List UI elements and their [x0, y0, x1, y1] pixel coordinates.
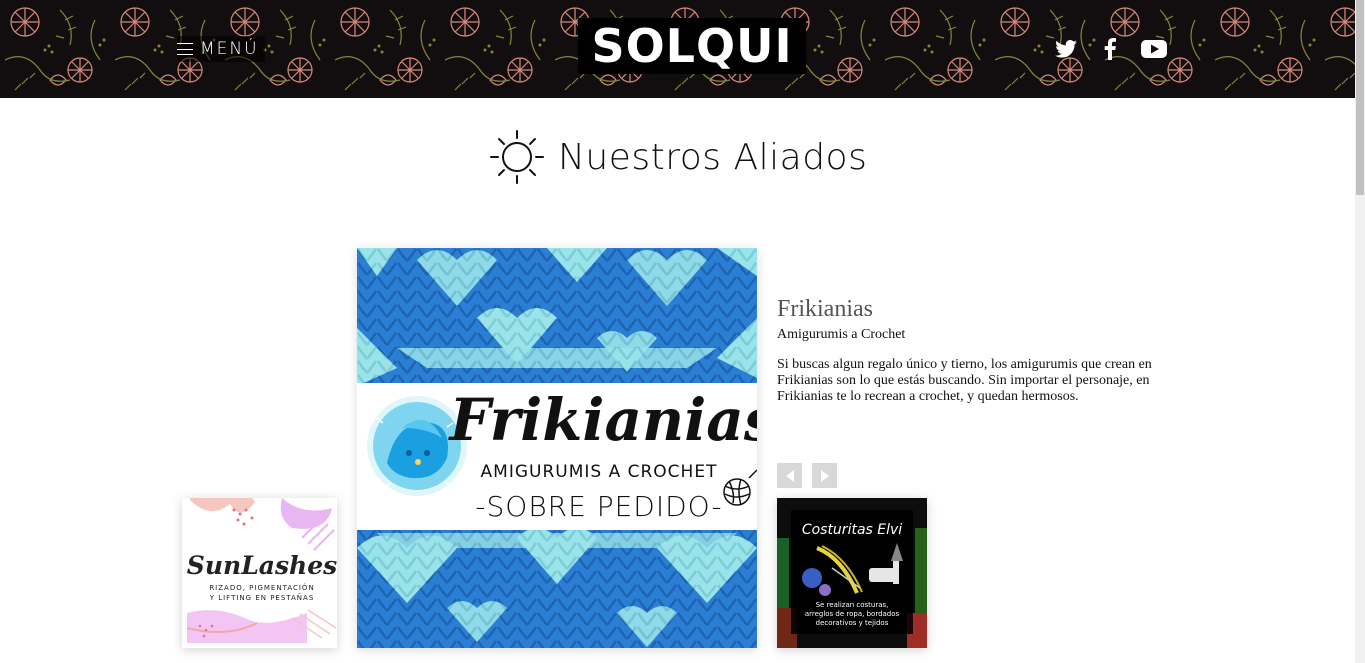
sun-icon: [490, 130, 544, 184]
sunlashes-logo: SunLashes RIZADO, PIGMENTACIÓN Y LIFTING…: [182, 498, 337, 648]
section-heading: Nuestros Aliados: [488, 128, 867, 186]
frikianias-line-1: AMIGURUMIS A CROCHET: [481, 462, 718, 482]
twitter-link[interactable]: [1055, 37, 1077, 61]
carousel-controls: [777, 463, 837, 488]
menu-label: MENÚ: [200, 39, 259, 59]
scrollbar-thumb[interactable]: [1356, 0, 1364, 195]
menu-button[interactable]: MENÚ: [177, 36, 265, 62]
facebook-link[interactable]: [1104, 37, 1116, 61]
carousel-prev-button[interactable]: [777, 463, 802, 488]
section-title: Nuestros Aliados: [558, 136, 868, 178]
next-arrow-icon: [820, 469, 829, 482]
ally-card-costuritas-elvi[interactable]: Costuritas Elvi Se realizan costuras, ar…: [777, 498, 927, 648]
sunlashes-tagline-2: Y LIFTING EN PESTAÑAS: [209, 593, 315, 602]
ally-card-sunlashes[interactable]: SunLashes RIZADO, PIGMENTACIÓN Y LIFTING…: [182, 498, 337, 648]
prev-arrow-icon: [785, 469, 794, 482]
ally-info: Frikianias Amigurumis a Crochet Si busca…: [777, 296, 1167, 405]
frikianias-logo: Frikianias AMIGURUMIS A CROCHET -SOBRE P…: [357, 248, 757, 648]
costuritas-brand: Costuritas Elvi: [802, 522, 902, 538]
costuritas-text-3: decorativos y tejidos: [816, 619, 889, 627]
site-header: MENÚ SOLQUI: [0, 0, 1355, 98]
ally-subtitle: Amigurumis a Crochet: [777, 327, 906, 342]
hamburger-icon: [177, 41, 193, 57]
frikianias-brand: Frikianias: [448, 386, 758, 454]
youtube-link[interactable]: [1141, 37, 1167, 61]
ally-card-frikianias[interactable]: Frikianias AMIGURUMIS A CROCHET -SOBRE P…: [357, 248, 757, 648]
ally-name: Frikianias: [777, 296, 873, 322]
page-scrollbar[interactable]: [1355, 0, 1365, 663]
costuritas-elvi-logo: Costuritas Elvi Se realizan costuras, ar…: [777, 498, 927, 648]
sunlashes-brand: SunLashes: [187, 551, 337, 580]
facebook-icon: [1104, 38, 1116, 60]
costuritas-text-1: Se realizan costuras,: [816, 601, 889, 609]
site-logo[interactable]: SOLQUI: [578, 18, 806, 74]
twitter-icon: [1055, 40, 1077, 58]
frikianias-line-2: -SOBRE PEDIDO-: [475, 490, 722, 523]
ally-description: Si buscas algun regalo único y tierno, l…: [777, 357, 1152, 404]
youtube-icon: [1141, 40, 1167, 58]
costuritas-text-2: arreglos de ropa, bordados: [805, 610, 900, 618]
carousel-next-button[interactable]: [812, 463, 837, 488]
sunlashes-tagline-1: RIZADO, PIGMENTACIÓN: [209, 583, 314, 592]
